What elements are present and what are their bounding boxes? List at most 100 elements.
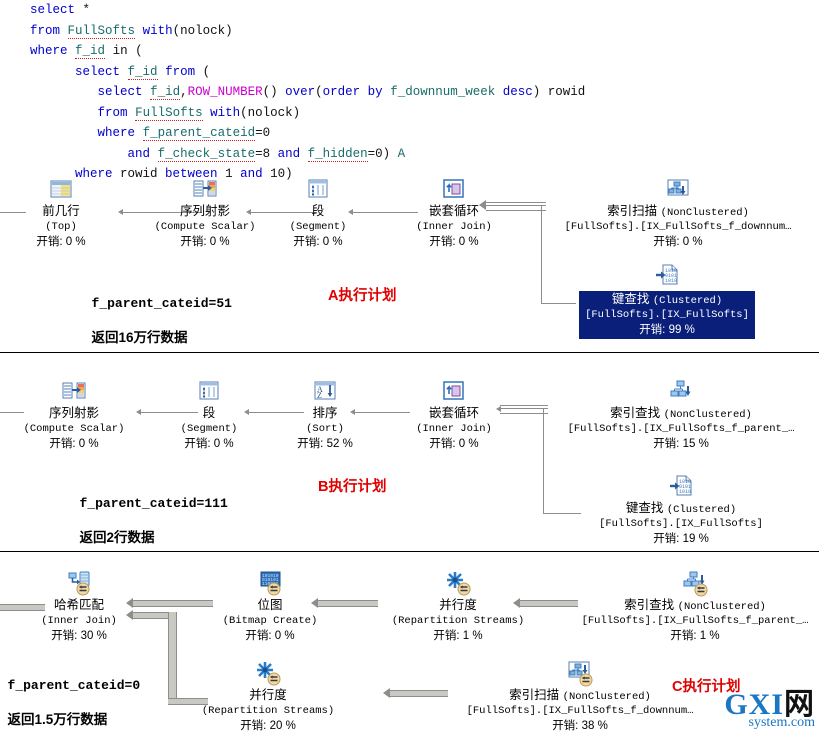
node-name: 嵌套循环	[428, 406, 479, 420]
plan-a-node-key-lookup[interactable]: 1010 0101 1010 键查找 (Clustered) [FullSofts]…	[576, 262, 758, 339]
arrowhead-a-1	[118, 209, 123, 215]
node-cost: 开销: 0 %	[293, 235, 343, 248]
node-cost: 开销: 0 %	[36, 235, 86, 248]
node-name: 索引查找	[610, 406, 661, 420]
section-divider-2	[0, 551, 819, 552]
plan-a-annotation: f_parent_cateid=51 返回16万行数据	[84, 277, 232, 346]
sql-line: from FullSofts with(nolock)	[97, 105, 301, 121]
plan-b-node-segment[interactable]: 段 (Segment) 开销: 0 %	[163, 378, 255, 451]
plan-c-node-parallelism-top[interactable]: 并行度 (Repartition Streams) 开销: 1 %	[380, 570, 536, 643]
plan-a-tag: A执行计划	[328, 288, 397, 304]
node-type: [FullSofts].[IX_FullSofts_f_downnum…	[564, 221, 792, 233]
plan-b-tag: B执行计划	[318, 479, 387, 495]
bitmap-icon: 101010010101110011	[257, 570, 283, 596]
plan-b-node-index-seek[interactable]: 索引查找 (NonClustered) [FullSofts].[IX_Full…	[552, 378, 810, 451]
node-name: 段	[202, 406, 216, 420]
svg-text:Z: Z	[317, 391, 322, 400]
node-type: (Sort)	[306, 423, 344, 435]
plan-c-annotation-line2: 返回1.5万行数据	[7, 712, 108, 727]
plan-b-node-sort[interactable]: AZ 排序 (Sort) 开销: 52 %	[285, 378, 365, 451]
node-type: (Repartition Streams)	[391, 615, 525, 627]
node-name: 哈希匹配	[53, 598, 104, 612]
node-qualifier: (NonClustered)	[663, 409, 752, 421]
node-type: [FullSofts].[IX_FullSofts_f_downnum…	[466, 705, 694, 717]
sql-line: select f_id,ROW_NUMBER() over(order by f…	[97, 85, 586, 100]
parallelism-icon	[255, 660, 281, 686]
index-seek-icon	[682, 570, 708, 597]
node-type: (Compute Scalar)	[154, 221, 256, 233]
node-type: (Bitmap Create)	[222, 615, 318, 627]
node-type: (Inner Join)	[41, 615, 117, 627]
connector-c-1a	[133, 600, 213, 607]
node-type: (Segment)	[180, 423, 238, 435]
node-name: 序列射影	[179, 204, 230, 218]
plan-a-node-index-scan[interactable]: 索引扫描 (NonClustered) [FullSofts].[IX_Full…	[548, 176, 808, 249]
key-lookup-icon: 1010 0101 1010	[654, 262, 680, 288]
node-qualifier: (Clustered)	[652, 295, 723, 307]
node-name: 并行度	[439, 598, 477, 612]
plan-b-annotation-line2: 返回2行数据	[79, 530, 155, 545]
node-name: 嵌套循环	[428, 204, 479, 218]
plan-a-node-segment[interactable]: 段 (Segment) 开销: 0 %	[272, 176, 364, 249]
node-cost: 开销: 20 %	[240, 719, 296, 732]
node-cost: 开销: 30 %	[51, 629, 107, 642]
node-cost: 开销: 0 %	[245, 629, 295, 642]
plan-b-node-nested-loops[interactable]: 嵌套循环 (Inner Join) 开销: 0 %	[396, 378, 512, 451]
plan-c-node-bitmap-create[interactable]: 101010010101110011 位图 (Bitmap Create) 开销…	[208, 570, 332, 643]
node-name: 段	[311, 204, 325, 218]
plan-b-node-compute-scalar[interactable]: 序列射影 (Compute Scalar) 开销: 0 %	[9, 378, 139, 451]
compute-scalar-icon	[61, 378, 87, 404]
sql-line: and f_check_state=8 and f_hidden=0) A	[127, 146, 406, 162]
parallelism-icon	[445, 570, 471, 596]
node-name: 索引查找	[624, 598, 675, 612]
node-qualifier: (NonClustered)	[677, 601, 766, 613]
compute-scalar-icon	[192, 176, 218, 202]
node-cost: 开销: 1 %	[670, 629, 720, 642]
plan-b-annotation: f_parent_cateid=111 返回2行数据	[72, 477, 228, 546]
node-cost: 开销: 19 %	[653, 532, 709, 545]
segment-icon	[196, 378, 222, 404]
plan-c-node-hash-match[interactable]: 哈希匹配 (Inner Join) 开销: 30 %	[28, 570, 130, 643]
node-cost: 开销: 0 %	[49, 437, 99, 450]
connector-b-branch-v	[543, 408, 544, 513]
plan-a-annotation-line2: 返回16万行数据	[91, 330, 188, 345]
node-name: 索引扫描	[607, 204, 658, 218]
plan-a-node-compute-scalar[interactable]: 序列射影 (Compute Scalar) 开销: 0 %	[140, 176, 270, 249]
plan-c-node-parallelism-bottom[interactable]: 并行度 (Repartition Streams) 开销: 20 %	[190, 660, 346, 733]
node-name: 索引扫描	[509, 688, 560, 702]
node-cost: 开销: 0 %	[184, 437, 234, 450]
node-cost: 开销: 15 %	[653, 437, 709, 450]
node-cost: 开销: 99 %	[639, 323, 695, 336]
connector-c-branch-v	[168, 612, 177, 705]
plan-c-node-index-seek[interactable]: 索引查找 (NonClustered) [FullSofts].[IX_Full…	[580, 570, 810, 643]
connector-b-branch-h	[543, 513, 581, 514]
node-type: (Repartition Streams)	[201, 705, 335, 717]
top-icon	[48, 176, 74, 202]
plan-a-node-nested-loops[interactable]: 嵌套循环 (Inner Join) 开销: 0 %	[396, 176, 512, 249]
connector-c-4	[390, 690, 448, 697]
node-cost: 开销: 0 %	[180, 235, 230, 248]
sql-line: where f_parent_cateid=0	[97, 126, 271, 141]
node-name: 前几行	[42, 204, 80, 218]
arrowhead-c-4	[383, 688, 390, 698]
plan-a-annotation-line1: f_parent_cateid=51	[91, 296, 232, 311]
plan-b-annotation-line1: f_parent_cateid=111	[79, 496, 228, 511]
node-name: 并行度	[249, 688, 287, 702]
sql-line: where f_id in (	[30, 44, 143, 59]
node-cost: 开销: 0 %	[653, 235, 703, 248]
hash-match-icon	[66, 570, 92, 596]
connector-a-branch-h	[541, 303, 576, 304]
node-name: 位图	[257, 598, 283, 612]
index-seek-icon	[668, 378, 694, 404]
node-type: (Compute Scalar)	[23, 423, 125, 435]
node-name: 键查找	[611, 292, 650, 306]
node-qualifier: (NonClustered)	[562, 691, 651, 703]
node-type: (Inner Join)	[416, 221, 492, 233]
plan-c-annotation-line1: f_parent_cateid=0	[7, 678, 141, 693]
node-cost: 开销: 52 %	[297, 437, 353, 450]
plan-c-annotation: f_parent_cateid=0 返回1.5万行数据	[0, 659, 141, 728]
node-cost: 开销: 0 %	[429, 437, 479, 450]
plan-b-node-key-lookup[interactable]: 1010 0101 1010 键查找 (Clustered) [FullSofts]…	[581, 473, 781, 546]
plan-a-node-top[interactable]: 前几行 (Top) 开销: 0 %	[16, 176, 106, 249]
plan-c-node-index-scan[interactable]: 索引扫描 (NonClustered) [FullSofts].[IX_Full…	[455, 660, 705, 733]
